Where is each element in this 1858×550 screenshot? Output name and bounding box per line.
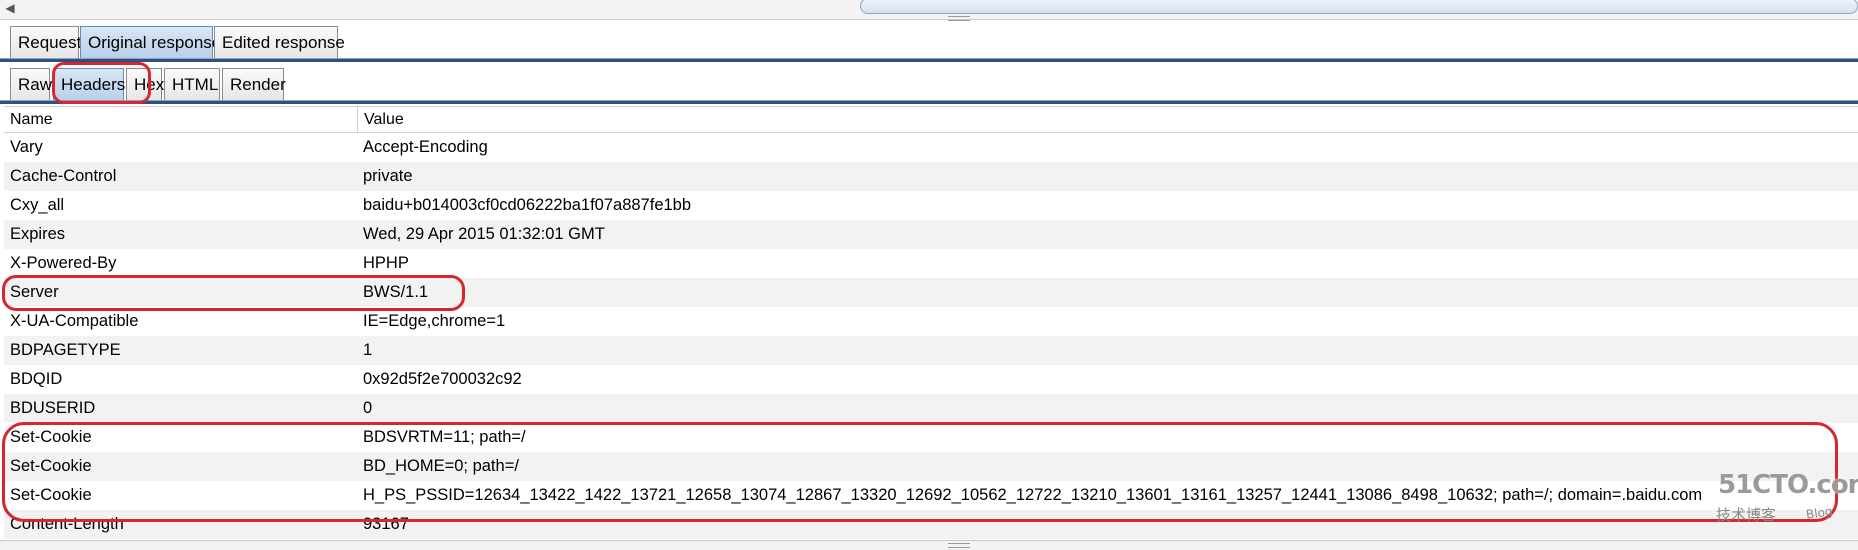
header-value: Accept-Encoding <box>363 138 488 156</box>
header-value: 93167 <box>363 515 409 533</box>
view-tab-bar: Raw Headers Hex HTML Render <box>0 64 1858 104</box>
tab-original-response[interactable]: Original response <box>80 26 221 59</box>
tab-request[interactable]: Request <box>10 26 81 59</box>
header-name: Set-Cookie <box>10 486 92 504</box>
header-value: H_PS_PSSID=12634_13422_1422_13721_12658_… <box>363 486 1703 504</box>
table-row[interactable]: Cache-Control private <box>4 162 1858 191</box>
arrow-left-icon[interactable]: ◀ <box>2 0 18 16</box>
table-row[interactable]: X-Powered-By HPHP <box>4 249 1858 278</box>
table-row[interactable]: BDPAGETYPE 1 <box>4 336 1858 365</box>
header-value: 0 <box>363 399 373 417</box>
header-value: baidu+b014003cf0cd06222ba1f07a887fe1bb <box>363 196 692 214</box>
header-name: Cxy_all <box>10 196 65 214</box>
table-row[interactable]: Cxy_all baidu+b014003cf0cd06222ba1f07a887… <box>4 191 1858 220</box>
header-value: IE=Edge,chrome=1 <box>363 312 506 330</box>
column-header-value[interactable]: Value <box>358 107 1858 132</box>
tab-html[interactable]: HTML <box>164 68 220 101</box>
table-row[interactable]: Content-Length 93167 <box>4 510 1858 539</box>
tab-headers[interactable]: Headers <box>53 68 125 101</box>
table-row[interactable]: Expires Wed, 29 Apr 2015 01:32:01 GMT <box>4 220 1858 249</box>
tab-raw[interactable]: Raw <box>10 68 52 101</box>
horizontal-scrollbar-top[interactable]: ◀ <box>0 0 1858 21</box>
header-value: private <box>363 167 413 185</box>
header-name: X-Powered-By <box>10 254 117 272</box>
splitter-grip[interactable] <box>948 543 970 548</box>
header-name: Cache-Control <box>10 167 117 185</box>
header-value: 0x92d5f2e700032c92 <box>363 370 522 388</box>
header-name: Set-Cookie <box>10 428 92 446</box>
table-header: Name Value <box>4 106 1858 133</box>
tab-edited-response[interactable]: Edited response <box>214 26 345 59</box>
tab-render[interactable]: Render <box>222 68 286 101</box>
header-value: 1 <box>363 341 373 359</box>
table-row[interactable]: Set-Cookie H_PS_PSSID=12634_13422_1422_13… <box>4 481 1858 510</box>
splitter-grip[interactable] <box>948 16 970 21</box>
headers-table: Name Value Vary Accept-Encoding Cache-Con… <box>0 104 1858 540</box>
header-name: BDUSERID <box>10 399 96 417</box>
table-row[interactable]: Set-Cookie BD_HOME=0; path=/ <box>4 452 1858 481</box>
table-row[interactable]: BDUSERID 0 <box>4 394 1858 423</box>
tab-hex[interactable]: Hex <box>126 68 164 101</box>
table-row[interactable]: Server BWS/1.1 <box>4 278 1858 307</box>
scrollbar-thumb[interactable] <box>860 0 1858 14</box>
header-name: Server <box>10 283 59 301</box>
table-row[interactable]: Set-Cookie BDSVRTM=11; path=/ <box>4 423 1858 452</box>
table-row[interactable]: BDQID 0x92d5f2e700032c92 <box>4 365 1858 394</box>
tab-bar-baseline <box>0 58 1858 62</box>
header-name: Vary <box>10 138 43 156</box>
column-header-name[interactable]: Name <box>4 107 358 132</box>
table-row[interactable]: X-UA-Compatible IE=Edge,chrome=1 <box>4 307 1858 336</box>
header-value: BDSVRTM=11; path=/ <box>363 428 526 446</box>
header-name: BDPAGETYPE <box>10 341 121 359</box>
header-name: X-UA-Compatible <box>10 312 139 330</box>
header-value: BWS/1.1 <box>363 283 429 301</box>
header-value: Wed, 29 Apr 2015 01:32:01 GMT <box>363 225 605 243</box>
table-body: Vary Accept-Encoding Cache-Control private… <box>4 133 1858 539</box>
header-name: BDQID <box>10 370 63 388</box>
header-name: Expires <box>10 225 66 243</box>
header-name: Set-Cookie <box>10 457 92 475</box>
header-name: Content-Length <box>10 515 124 533</box>
header-value: HPHP <box>363 254 409 272</box>
table-row[interactable]: Vary Accept-Encoding <box>4 133 1858 162</box>
response-tab-bar: Request Original response Edited respons… <box>0 24 1858 62</box>
header-value: BD_HOME=0; path=/ <box>363 457 519 475</box>
